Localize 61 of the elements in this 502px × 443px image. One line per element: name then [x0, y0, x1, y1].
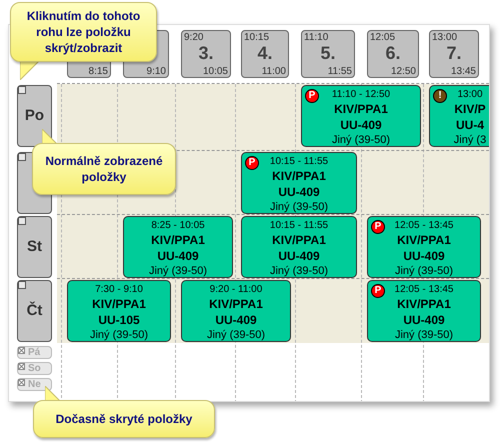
group-label: Jiný (39-50) — [90, 328, 148, 342]
callout-text: Kliknutím do tohoto rohu lze položku skrýt/zobrazit — [26, 8, 142, 56]
period-end: 12:50 — [390, 66, 416, 77]
group-label: Jiný (39-50) — [206, 328, 266, 342]
course-code: KIV/PPA1 — [397, 296, 451, 312]
room-name: UU-409 — [278, 248, 320, 264]
event-time: 9:20 - 11:00 — [210, 284, 262, 296]
course-code: KIV/P — [454, 101, 486, 117]
p-badge: P — [305, 89, 319, 103]
period-start: 9:20 — [184, 32, 204, 44]
period-number: 3. — [197, 42, 214, 64]
group-label: Jiný (39-50) — [270, 200, 328, 214]
room-name: UU-409 — [340, 117, 382, 133]
group-label: Jiný (39-50) — [332, 133, 390, 147]
event-time: 13:00 — [457, 89, 483, 101]
event-time: 10:15 - 11:55 — [270, 220, 328, 232]
group-label: Jiný (39-50) — [148, 264, 208, 278]
room-name: UU-4 — [456, 117, 484, 133]
room-name: UU-409 — [403, 248, 445, 264]
course-code: KIV/PPA1 — [397, 232, 451, 248]
period-end: 9:10 — [146, 66, 166, 77]
period-start: 12:05 — [370, 32, 396, 44]
course-code: KIV/PPA1 — [272, 168, 326, 184]
group-label: Jiný (39-50) — [394, 264, 454, 278]
period-end: 11:00 — [262, 66, 286, 77]
period-start: 13:00 — [432, 32, 458, 44]
period-end: 13:45 — [450, 66, 476, 77]
event-time: 10:15 - 11:55 — [270, 156, 328, 168]
event-time: 12:05 - 13:45 — [394, 220, 454, 232]
group-label: Jiný (39-50) — [270, 264, 328, 278]
group-label: Jiný (39-50) — [394, 328, 454, 342]
period-number: 6. — [384, 42, 402, 64]
course-code: KIV/PPA1 — [272, 232, 326, 248]
event-time: 8:25 - 10:05 — [151, 220, 205, 232]
period-number: 5. — [319, 42, 336, 64]
room-name: UU-105 — [98, 312, 140, 328]
room-name: UU-409 — [403, 312, 445, 328]
room-name: UU-409 — [278, 184, 320, 200]
p-badge: P — [245, 156, 259, 170]
period-end: 8:15 — [88, 66, 108, 77]
event-time: 12:05 - 13:45 — [394, 284, 454, 296]
course-code: KIV/PPA1 — [92, 296, 146, 312]
room-name: UU-409 — [215, 312, 257, 328]
course-code: KIV/PPA1 — [334, 101, 388, 117]
course-code: KIV/PPA1 — [151, 232, 205, 248]
warning-badge: ! — [433, 89, 447, 103]
event-time: 11:10 - 12:50 — [332, 89, 390, 101]
event-time: 7:30 - 9:10 — [95, 284, 143, 296]
period-start: 11:10 — [304, 32, 328, 44]
group-label: Jiný (3 — [454, 133, 486, 147]
course-code: KIV/PPA1 — [209, 296, 263, 312]
room-name: UU-409 — [157, 248, 199, 264]
p-badge: P — [371, 284, 385, 298]
period-number: 4. — [256, 42, 274, 64]
callout-text: Normálně zobrazené položky — [44, 153, 164, 185]
period-number: 7. — [445, 42, 462, 64]
period-end: 11:55 — [328, 66, 352, 77]
callout-text: Dočasně skryté položky — [56, 411, 192, 427]
p-badge: P — [371, 220, 385, 234]
period-end: 10:05 — [202, 66, 228, 77]
period-start: 10:15 — [244, 32, 270, 44]
